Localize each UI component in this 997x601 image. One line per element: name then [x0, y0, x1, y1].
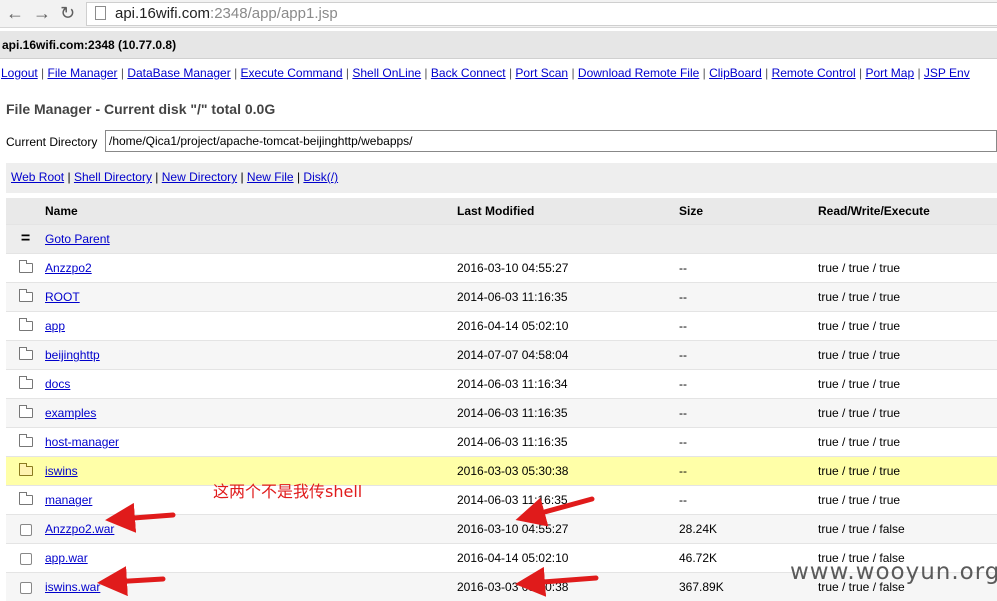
arrow-to-iswins-war-date	[530, 578, 596, 583]
arrow-to-iswins-war	[112, 579, 163, 582]
watermark: www.wooyun.org	[790, 559, 997, 585]
arrow-to-anzzpo2-war-date	[530, 499, 592, 516]
arrow-to-anzzpo2-war	[120, 515, 173, 519]
annotation-arrows	[0, 0, 997, 600]
